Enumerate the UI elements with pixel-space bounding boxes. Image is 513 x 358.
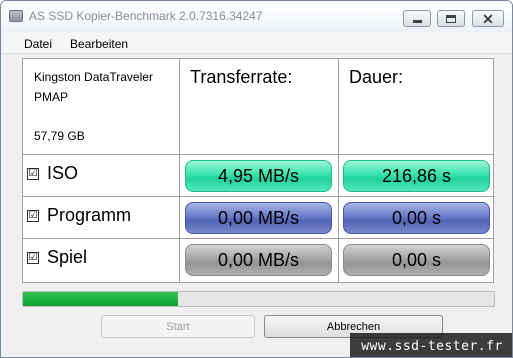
row-label-text: Spiel <box>47 247 88 267</box>
iso-transfer-value: 4,95 MB/s <box>185 160 332 192</box>
progress-bar <box>22 291 495 307</box>
checkbox-programm[interactable]: ☑ <box>27 209 39 222</box>
progress-fill <box>23 292 179 306</box>
checkbox-spiel[interactable]: ☑ <box>27 251 39 264</box>
row-label-text: ISO <box>47 163 79 183</box>
minimize-button[interactable] <box>403 10 431 27</box>
spiel-duration-value: 0,00 s <box>343 244 490 276</box>
maximize-button[interactable] <box>437 10 465 27</box>
benchmark-window: AS SSD Kopier-Benchmark 2.0.7316.34247 ✕… <box>0 0 513 358</box>
window-title: AS SSD Kopier-Benchmark 2.0.7316.34247 <box>29 9 263 23</box>
header-dauer: Dauer: <box>349 67 404 87</box>
watermark: www.ssd-tester.fr <box>350 333 512 357</box>
title-bar[interactable]: AS SSD Kopier-Benchmark 2.0.7316.34247 ✕ <box>1 1 512 31</box>
results-grid: Kingston DataTraveler PMAP 57,79 GB Tran… <box>22 58 494 283</box>
grid-divider <box>23 196 493 197</box>
spiel-transfer-value: 0,00 MB/s <box>185 244 332 276</box>
maximize-icon <box>446 14 456 23</box>
checkbox-iso[interactable]: ☑ <box>27 167 39 180</box>
header-transferrate: Transferrate: <box>190 67 293 87</box>
device-name-line1: Kingston DataTraveler <box>34 70 153 84</box>
row-label-text: Programm <box>47 205 132 225</box>
grid-divider <box>23 238 493 239</box>
menu-bar: Datei Bearbeiten <box>2 32 512 54</box>
grid-divider <box>338 59 339 282</box>
menu-bearbeiten[interactable]: Bearbeiten <box>70 37 128 51</box>
start-button[interactable]: Start <box>101 315 255 338</box>
grid-divider <box>23 154 493 155</box>
minimize-icon <box>412 20 422 23</box>
device-name-line2: PMAP <box>34 90 69 104</box>
close-button[interactable]: ✕ <box>472 10 504 27</box>
app-drive-icon <box>9 10 23 22</box>
device-name: Kingston DataTraveler PMAP <box>34 67 184 107</box>
row-label-programm[interactable]: ☑ Programm <box>27 205 131 226</box>
programm-transfer-value: 0,00 MB/s <box>185 202 332 234</box>
row-label-spiel[interactable]: ☑ Spiel <box>27 247 87 268</box>
close-icon: ✕ <box>482 10 494 27</box>
programm-duration-value: 0,00 s <box>343 202 490 234</box>
device-size: 57,79 GB <box>34 129 85 143</box>
menu-datei[interactable]: Datei <box>24 37 52 51</box>
iso-duration-value: 216,86 s <box>343 160 490 192</box>
row-label-iso[interactable]: ☑ ISO <box>27 163 78 184</box>
